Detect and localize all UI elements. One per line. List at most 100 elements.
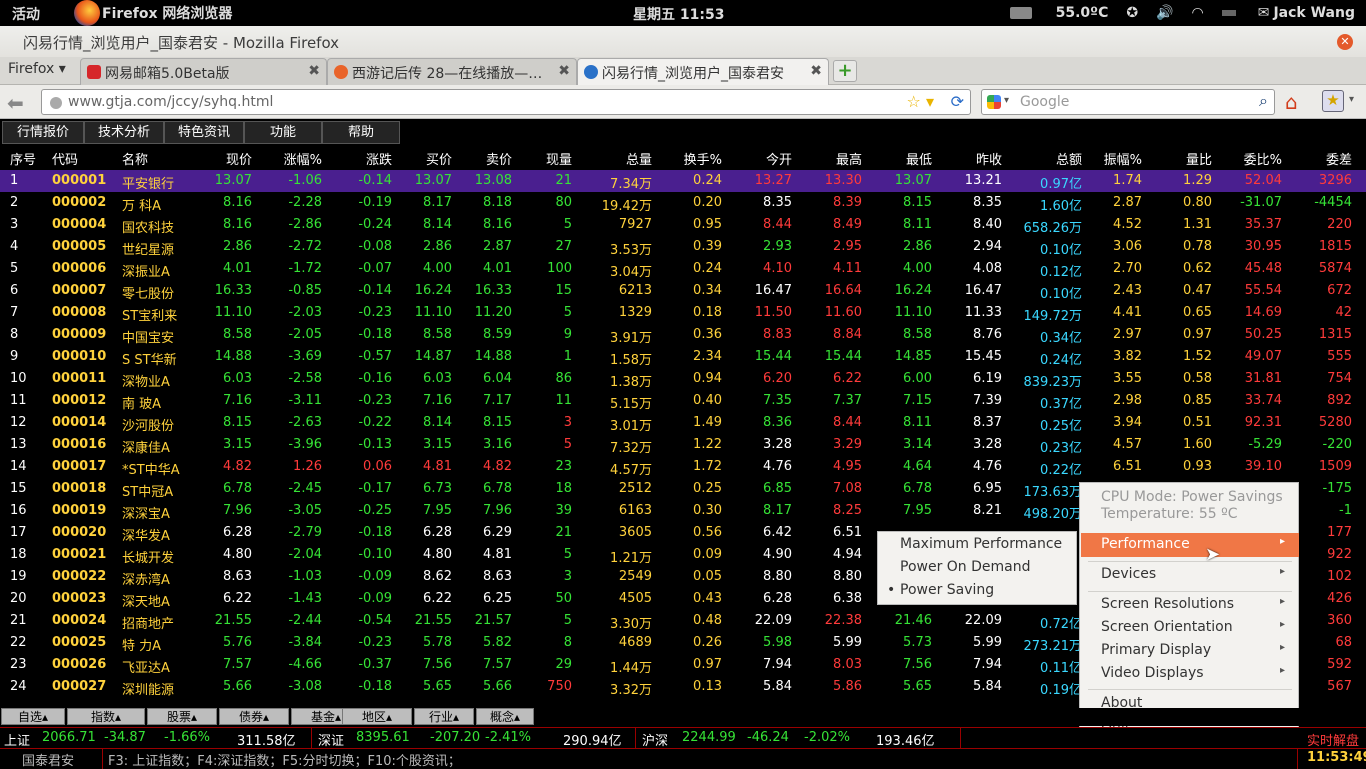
- search-icon[interactable]: ⌕: [1259, 91, 1268, 111]
- tab-watchlist[interactable]: 自选▴: [1, 708, 65, 725]
- bookmarks-icon[interactable]: ★: [1322, 90, 1344, 112]
- cell-name: *ST中华A: [122, 463, 180, 478]
- menu-help[interactable]: 帮助: [322, 121, 400, 144]
- table-row[interactable]: 11 000012 南 玻A 7.16 -3.11 -0.23 7.16 7.17 11 5.15…: [0, 390, 1366, 412]
- back-arrow-icon[interactable]: ⬅: [7, 91, 24, 115]
- cell-biddiff: 1815: [1318, 239, 1352, 254]
- app-menu[interactable]: Firefox 网络浏览器: [74, 0, 232, 26]
- cell-seq: 3: [10, 217, 19, 232]
- status-bar: 国泰君安 F3: 上证指数；F4:深证指数；F5:分时切换；F10:个股资讯； …: [0, 748, 1366, 769]
- cell-chg: -0.16: [358, 371, 392, 386]
- cell-code: 000005: [52, 239, 107, 254]
- table-row[interactable]: 5 000006 深振业A 4.01 -1.72 -0.07 4.00 4.01 100 3.04…: [0, 258, 1366, 280]
- chevron-down-icon[interactable]: ▾: [1349, 94, 1354, 105]
- menu-special-info[interactable]: 特色资讯: [164, 121, 244, 144]
- cell-high: 6.51: [833, 525, 862, 540]
- table-row[interactable]: 14 000017 *ST中华A 4.82 1.26 0.06 4.81 4.82 23 4.57…: [0, 456, 1366, 478]
- table-row[interactable]: 10 000011 深物业A 6.03 -2.58 -0.16 6.03 6.04 86 1.38…: [0, 368, 1366, 390]
- cell-open: 15.44: [754, 349, 792, 364]
- google-icon[interactable]: [987, 95, 1001, 109]
- tab-close-icon[interactable]: ✖: [810, 63, 822, 79]
- window-close-icon[interactable]: ✕: [1337, 34, 1353, 50]
- cell-open: 6.28: [763, 591, 792, 606]
- table-row[interactable]: 9 000010 S ST华新 14.88 -3.69 -0.57 14.87 14.88 1 1…: [0, 346, 1366, 368]
- tab-mail[interactable]: 网易邮箱5.0Beta版 ✖: [80, 58, 327, 85]
- tab-stocks[interactable]: 股票▴: [147, 708, 217, 725]
- menu-separator: [1088, 689, 1292, 690]
- wifi-icon[interactable]: ◠: [1192, 5, 1204, 21]
- cell-amount: 0.34亿: [1040, 331, 1082, 346]
- cell-ask: 13.08: [474, 173, 512, 188]
- tab-index[interactable]: 指数▴: [67, 708, 145, 725]
- table-row[interactable]: 2 000002 万 科A 8.16 -2.28 -0.19 8.17 8.18 80 19.42…: [0, 192, 1366, 214]
- cell-low: 3.14: [903, 437, 932, 452]
- cell-seq: 22: [10, 635, 27, 650]
- menu-item-primary-display[interactable]: Primary Display ▸: [1101, 642, 1291, 658]
- keyboard-icon[interactable]: [1009, 7, 1032, 19]
- table-row[interactable]: 8 000009 中国宝安 8.58 -2.05 -0.18 8.58 8.59 9 3.91万 0…: [0, 324, 1366, 346]
- menu-item-power-saving[interactable]: Power Saving: [900, 582, 994, 598]
- bookmark-star-icon[interactable]: ☆ ▾: [907, 92, 934, 111]
- cell-code: 000018: [52, 481, 107, 496]
- cell-volratio: 0.62: [1183, 261, 1212, 276]
- table-row[interactable]: 1 000001 平安银行 13.07 -1.06 -0.14 13.07 13.08 21 7.…: [0, 170, 1366, 192]
- menu-item-video-displays[interactable]: Video Displays ▸: [1101, 665, 1291, 681]
- reload-icon[interactable]: ⟳: [951, 92, 964, 111]
- table-row[interactable]: 4 000005 世纪星源 2.86 -2.72 -0.08 2.86 2.87 27 3.53万…: [0, 236, 1366, 258]
- menu-functions[interactable]: 功能: [244, 121, 322, 144]
- tab-concept[interactable]: 概念▴: [476, 708, 534, 725]
- menu-item-screen-orientation[interactable]: Screen Orientation ▸: [1101, 619, 1291, 635]
- user-name[interactable]: Jack Wang: [1273, 5, 1355, 21]
- volume-icon[interactable]: 🔊: [1156, 5, 1173, 21]
- firefox-menu-button[interactable]: Firefox ▾: [8, 61, 66, 77]
- cell-ask: 4.81: [483, 547, 512, 562]
- tab-industry[interactable]: 行业▴: [414, 708, 474, 725]
- table-row[interactable]: 13 000016 深康佳A 3.15 -3.96 -0.13 3.15 3.16 5 7.32万…: [0, 434, 1366, 456]
- menu-item-screen-resolutions[interactable]: Screen Resolutions ▸: [1101, 596, 1291, 612]
- menu-item-performance[interactable]: Performance ▸: [1101, 536, 1291, 552]
- tab-region[interactable]: 地区▴: [342, 708, 412, 725]
- tab-video[interactable]: 西游记后传 28—在线播放—… ✖: [327, 58, 577, 85]
- cell-prev: 8.21: [973, 503, 1002, 518]
- table-row[interactable]: 3 000004 国农科技 8.16 -2.86 -0.24 8.14 8.16 5 7927 0.…: [0, 214, 1366, 236]
- cell-amplitude: 2.97: [1113, 327, 1142, 342]
- accessibility-icon[interactable]: ✪: [1126, 5, 1138, 21]
- menu-item-devices[interactable]: Devices ▸: [1101, 566, 1291, 582]
- battery-icon[interactable]: [1221, 10, 1236, 16]
- chevron-down-icon[interactable]: ▾: [1004, 95, 1009, 106]
- menu-technical[interactable]: 技术分析: [84, 121, 164, 144]
- cell-biddiff: -220: [1322, 437, 1352, 452]
- activities-button[interactable]: 活动: [12, 4, 40, 24]
- cell-seq: 14: [10, 459, 27, 474]
- menu-item-power-on-demand[interactable]: Power On Demand: [900, 559, 1031, 575]
- table-row[interactable]: 6 000007 零七股份 16.33 -0.85 -0.14 16.24 16.33 15 62…: [0, 280, 1366, 302]
- cell-bid: 8.58: [423, 327, 452, 342]
- table-row[interactable]: 7 000008 ST宝利来 11.10 -2.03 -0.23 11.10 11.20 5 13…: [0, 302, 1366, 324]
- cell-amplitude: 2.98: [1113, 393, 1142, 408]
- clock[interactable]: 星期五 11:53: [633, 4, 724, 24]
- cell-price: 16.33: [214, 283, 252, 298]
- new-tab-icon[interactable]: +: [833, 60, 857, 82]
- cell-bid: 6.28: [423, 525, 452, 540]
- cell-ask: 6.29: [483, 525, 512, 540]
- tab-close-icon[interactable]: ✖: [558, 63, 570, 79]
- index-hs-pct: -2.02%: [804, 730, 850, 745]
- col-header-biddiff: 委差: [1325, 153, 1352, 168]
- home-icon[interactable]: ⌂: [1285, 90, 1298, 114]
- cell-vol: 18: [555, 481, 572, 496]
- tab-quotes[interactable]: 闪易行情_浏览用户_国泰君安 ✖: [577, 58, 829, 85]
- realtime-commentary-link[interactable]: 实时解盘: [1307, 730, 1359, 749]
- tab-bonds[interactable]: 债券▴: [219, 708, 289, 725]
- temperature-readout[interactable]: 55.0ºC: [1056, 5, 1109, 21]
- menu-quotes[interactable]: 行情报价: [2, 121, 84, 144]
- cell-chg: -0.23: [358, 305, 392, 320]
- url-bar[interactable]: www.gtja.com/jccy/syhq.html ☆ ▾ ⟳: [41, 89, 971, 115]
- cell-bid: 5.78: [423, 635, 452, 650]
- menu-item-max-performance[interactable]: Maximum Performance: [900, 536, 1062, 552]
- cell-total: 4.57万: [610, 463, 652, 478]
- divider: [311, 728, 312, 748]
- search-input[interactable]: ▾ Google ⌕: [981, 89, 1275, 115]
- table-row[interactable]: 12 000014 沙河股份 8.15 -2.63 -0.22 8.14 8.15 3 3.01万…: [0, 412, 1366, 434]
- user-icon[interactable]: ✉: [1258, 5, 1270, 21]
- tab-close-icon[interactable]: ✖: [308, 63, 320, 79]
